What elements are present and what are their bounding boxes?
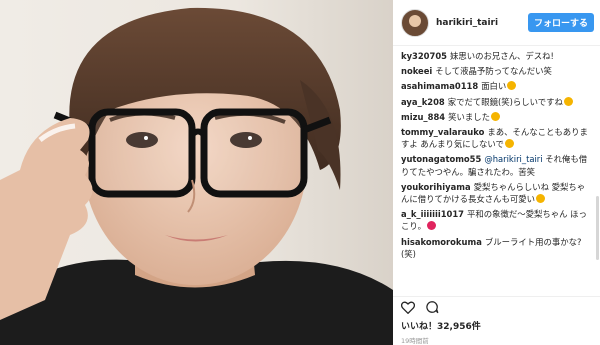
comment-user[interactable]: asahimama0118 <box>401 81 478 91</box>
post-sidebar: harikiri_tairi フォローする ky320705 妹思いのお兄さん、デ… <box>393 0 600 345</box>
comment-text: 妹思いのお兄さん、デスね! <box>450 51 554 61</box>
comment-mention[interactable]: @harikiri_tairi <box>484 154 542 164</box>
comments-scrollbar[interactable] <box>596 196 599 260</box>
comment-item: ky320705 妹思いのお兄さん、デスね! <box>401 50 592 62</box>
comment-user[interactable]: mizu_884 <box>401 112 445 122</box>
comment-item: hisakomorokuma ブルーライト用の事かな?(笑) <box>401 236 592 260</box>
comment-user[interactable]: tommy_valarauko <box>401 127 484 137</box>
action-bar <box>393 296 600 319</box>
comment-user[interactable]: yutonagatomo55 <box>401 154 481 164</box>
comment-user[interactable]: hisakomorokuma <box>401 237 482 247</box>
comment-item: asahimama0118 面白い <box>401 80 592 92</box>
comment-item: nokeei そして液晶予防ってなんだい笑 <box>401 65 592 77</box>
comment-item: a_k_iiiiiii1017 平和の象徴だ〜愛梨ちゃん ほっこり。 <box>401 208 592 232</box>
comment-user[interactable]: ky320705 <box>401 51 447 61</box>
heart-emoji-icon <box>426 221 436 231</box>
comment-user[interactable]: nokeei <box>401 66 432 76</box>
comment-user[interactable]: a_k_iiiiiii1017 <box>401 209 464 219</box>
like-count[interactable]: いいね！32,956件 <box>393 319 600 332</box>
comment-item: youkorihiyama 愛梨ちゃんらしいね 愛梨ちゃんに借りてかける長女さんも… <box>401 181 592 205</box>
post-header: harikiri_tairi フォローする <box>393 0 600 46</box>
comment-item: aya_k208 家でだて眼鏡(笑)らしいですね <box>401 96 592 108</box>
post-photo-image <box>0 0 393 345</box>
emoji-icon <box>536 194 545 204</box>
avatar[interactable] <box>401 8 429 37</box>
instagram-post: harikiri_tairi フォローする ky320705 妹思いのお兄さん、デ… <box>0 0 600 345</box>
comment-text: 面白い <box>481 81 507 92</box>
follow-button[interactable]: フォローする <box>527 13 594 32</box>
heart-icon[interactable] <box>400 299 416 318</box>
comment-item: mizu_884 笑いました <box>401 111 592 123</box>
comment-icon[interactable] <box>425 299 439 318</box>
emoji-icon <box>490 111 500 121</box>
comment-item: tommy_valarauko まあ、そんなこともありますよ あんまり気にしないで <box>401 126 592 150</box>
post-photo <box>0 0 393 345</box>
comment-user[interactable]: youkorihiyama <box>401 182 471 192</box>
post-timestamp: 19時間前 <box>401 337 429 345</box>
emoji-icon <box>507 81 517 91</box>
emoji-icon <box>563 96 573 106</box>
comment-user[interactable]: aya_k208 <box>401 97 445 107</box>
comment-text: 家でだて眼鏡(笑)らしいですね <box>447 96 563 107</box>
comment-item: yutonagatomo55 @harikiri_tairi それ俺も借りてたやつ… <box>401 153 592 177</box>
comment-text: 笑いました <box>448 111 490 122</box>
emoji-icon <box>504 139 514 149</box>
comment-text: そして液晶予防ってなんだい笑 <box>435 66 552 77</box>
header-username[interactable]: harikiri_tairi <box>436 18 528 28</box>
comment-list: ky320705 妹思いのお兄さん、デスね! nokeei そして液晶予防ってなんだ… <box>393 46 600 296</box>
